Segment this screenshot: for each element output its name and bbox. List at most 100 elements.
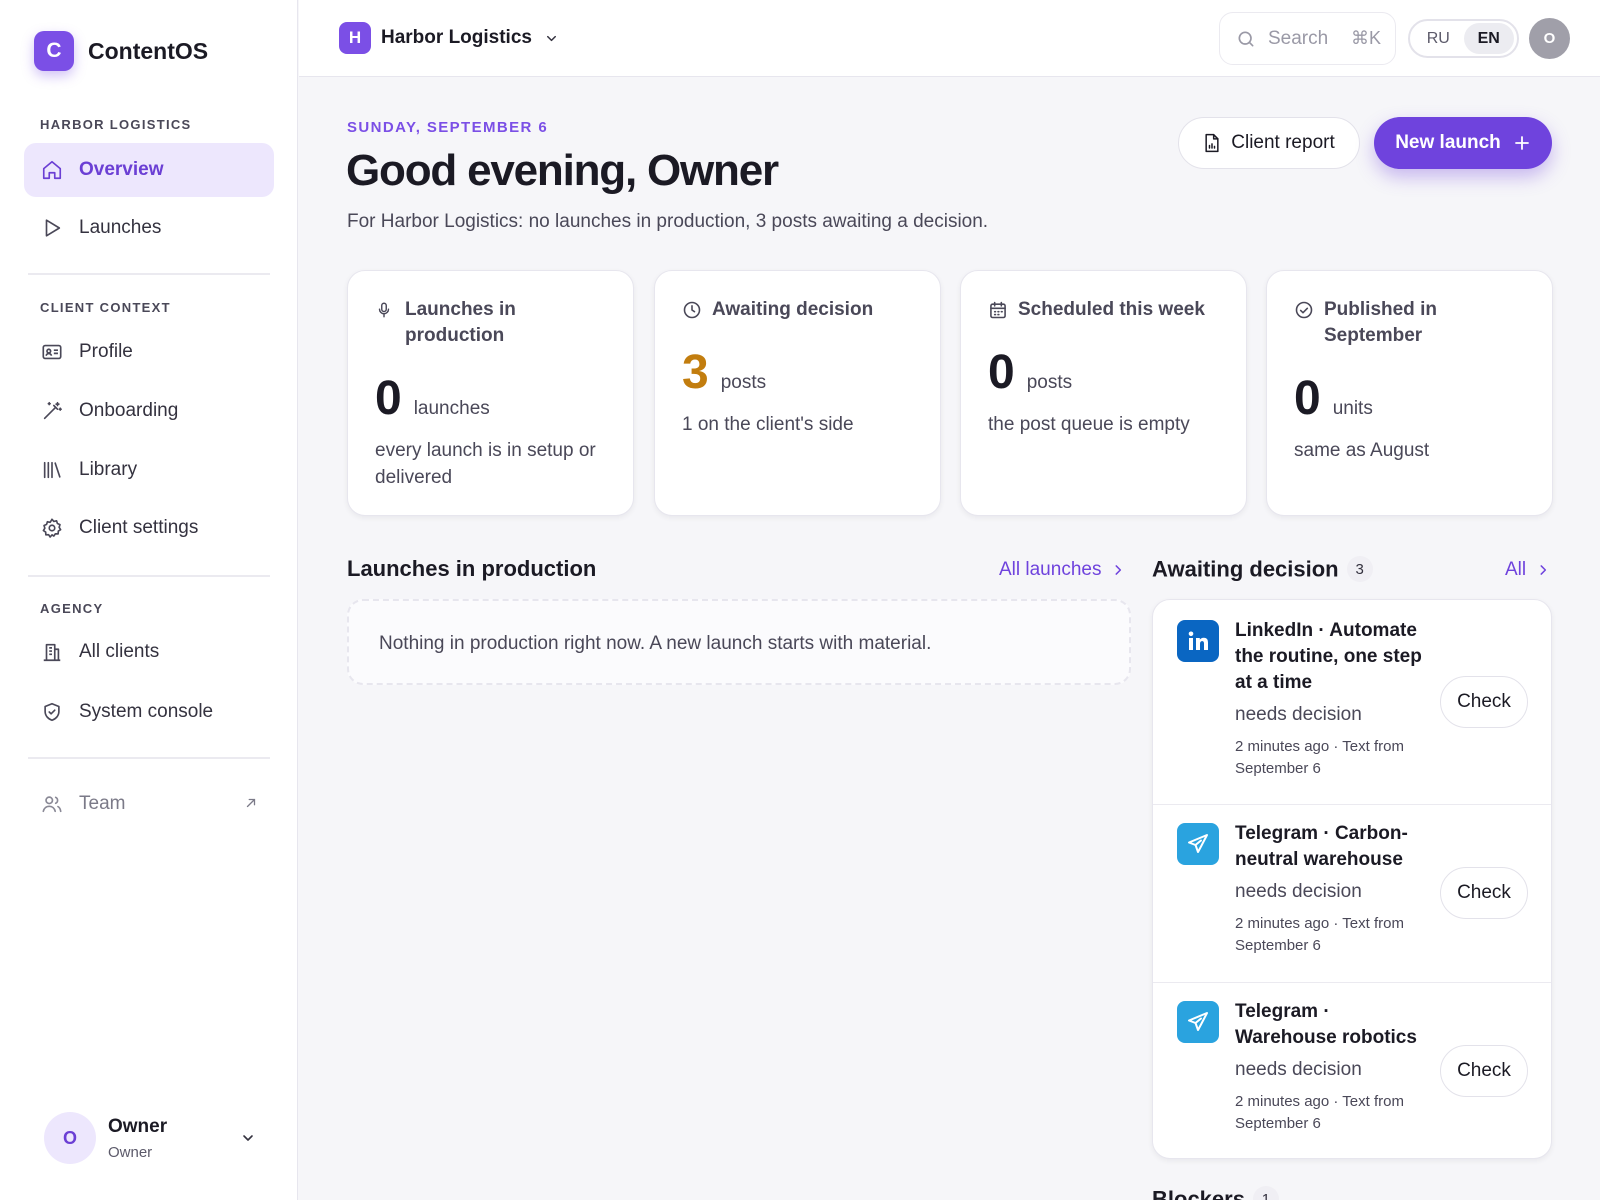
language-toggle: RU EN [1408,19,1519,58]
stat-note: every launch is in setup or delivered [375,440,596,488]
user-role: Owner [108,1143,153,1161]
home-icon [40,158,64,182]
sidebar-item-profile[interactable]: Profile [24,325,274,379]
sidebar-item-label: All clients [79,641,160,662]
stat-label: Published in September [1324,299,1437,346]
check-button[interactable]: Check [1440,1045,1528,1097]
user-name: Owner [108,1115,168,1137]
play-icon [40,216,64,240]
sidebar-item-client-settings[interactable]: Client settings [24,501,274,555]
check-button[interactable]: Check [1440,676,1528,728]
production-empty-state: Nothing in production right now. A new l… [347,599,1131,685]
stat-unit: posts [1026,372,1073,393]
awaiting-count-badge: 3 [1346,556,1373,582]
page-title: Good evening, Owner [346,146,779,195]
clock-icon [682,297,702,323]
stat-label: Scheduled this week [1018,299,1205,320]
item-meta: 2 minutes ago · Text from September 6 [1235,738,1404,777]
new-launch-label: New launch [1395,132,1501,153]
awaiting-title: Awaiting decision 3 [1152,556,1373,583]
item-status: needs decision [1235,704,1362,725]
check-button[interactable]: Check [1440,867,1528,919]
check-circle-icon [1294,297,1314,323]
sidebar-item-label: Client settings [79,517,199,538]
sidebar: C ContentOS HARBOR LOGISTICS Overview La… [0,0,298,1200]
stat-unit: units [1332,398,1373,419]
stat-value: 0 [375,372,402,425]
list-item[interactable]: Telegram · Carbon-neutral warehouse need… [1153,804,1551,982]
workspace-name: Harbor Logistics [381,27,532,48]
stat-unit: posts [720,372,767,393]
search-shortcut: ⌘K [1350,28,1381,48]
item-title: LinkedIn · Automate the routine, one ste… [1235,620,1422,693]
language-ru[interactable]: RU [1413,23,1464,54]
stat-card-published: Published in September 0 units same as A… [1266,270,1553,516]
list-item[interactable]: Telegram · Warehouse robotics needs deci… [1153,982,1551,1158]
stat-value: 3 [682,346,709,399]
stat-card-awaiting: Awaiting decision 3 posts 1 on the clien… [654,270,941,516]
report-icon [1203,133,1231,153]
calendar-icon [988,297,1008,323]
user-menu[interactable]: O Owner Owner [44,1112,256,1164]
item-status: needs decision [1235,1059,1362,1080]
sidebar-divider [28,757,270,759]
language-en[interactable]: EN [1463,23,1514,54]
page-summary: For Harbor Logistics: no launches in pro… [347,211,989,232]
section-label-context: CLIENT CONTEXT [40,300,171,315]
sidebar-item-label: Onboarding [79,400,179,421]
awaiting-panel: LinkedIn · Automate the routine, one ste… [1152,599,1552,1159]
search-icon [1236,29,1256,49]
linkedin-icon [1177,620,1219,662]
item-meta: 2 minutes ago · Text from September 6 [1235,915,1404,954]
client-report-label: Client report [1231,132,1335,153]
sidebar-item-label: System console [79,701,214,722]
item-meta: 2 minutes ago · Text from September 6 [1235,1093,1404,1132]
stat-label: Awaiting decision [712,299,874,320]
stat-unit: launches [413,398,490,419]
production-title: Launches in production [347,556,597,581]
search-placeholder: Search [1268,27,1329,49]
sidebar-item-library[interactable]: Library [24,443,274,497]
sidebar-item-launches[interactable]: Launches [24,201,274,255]
item-title: Telegram · Warehouse robotics [1235,1001,1417,1048]
blockers-count-badge: 1 [1252,1186,1279,1200]
stat-note: the post queue is empty [988,414,1190,435]
stat-note: 1 on the client's side [682,414,854,435]
section-label-agency: AGENCY [40,601,104,616]
all-awaiting-link[interactable]: All [1505,559,1550,581]
new-launch-button[interactable]: New launch [1374,117,1552,169]
sidebar-item-all-clients[interactable]: All clients [24,625,274,679]
plus-icon [1501,134,1531,152]
section-label-client: HARBOR LOGISTICS [40,117,192,132]
sidebar-item-label: Team [79,793,126,814]
sidebar-item-label: Library [79,459,138,480]
search-input[interactable]: Search ⌘K [1219,12,1396,65]
all-launches-label: All launches [999,559,1102,580]
item-status: needs decision [1235,881,1362,902]
chevron-down-icon [240,1130,256,1146]
stat-card-production: Launches in production 0 launches every … [347,270,634,516]
blockers-title: Blockers 1 [1152,1186,1279,1200]
chevron-right-icon [1101,563,1125,577]
sidebar-item-overview[interactable]: Overview [24,143,274,197]
workspace-switcher[interactable]: H Harbor Logistics [339,22,559,54]
users-icon [40,792,64,816]
awaiting-title-label: Awaiting decision [1152,556,1339,582]
item-title: Telegram · Carbon-neutral warehouse [1235,823,1408,870]
date-label: SUNDAY, SEPTEMBER 6 [347,119,549,136]
shield-icon [40,700,64,724]
stat-value: 0 [988,346,1015,399]
avatar[interactable]: O [1529,18,1570,59]
sidebar-divider [28,273,270,275]
sidebar-item-system-console[interactable]: System console [24,685,274,739]
sidebar-item-onboarding[interactable]: Onboarding [24,384,274,438]
brand[interactable]: C ContentOS [34,31,208,71]
stat-note: same as August [1294,440,1430,461]
sidebar-item-team[interactable]: Team [24,777,274,831]
telegram-icon [1177,1001,1219,1043]
client-report-button[interactable]: Client report [1178,117,1360,169]
list-item[interactable]: LinkedIn · Automate the routine, one ste… [1153,600,1551,804]
all-launches-link[interactable]: All launches [999,559,1125,581]
topbar: H Harbor Logistics Search ⌘K RU EN O [299,0,1600,77]
sidebar-item-label: Overview [79,159,164,180]
